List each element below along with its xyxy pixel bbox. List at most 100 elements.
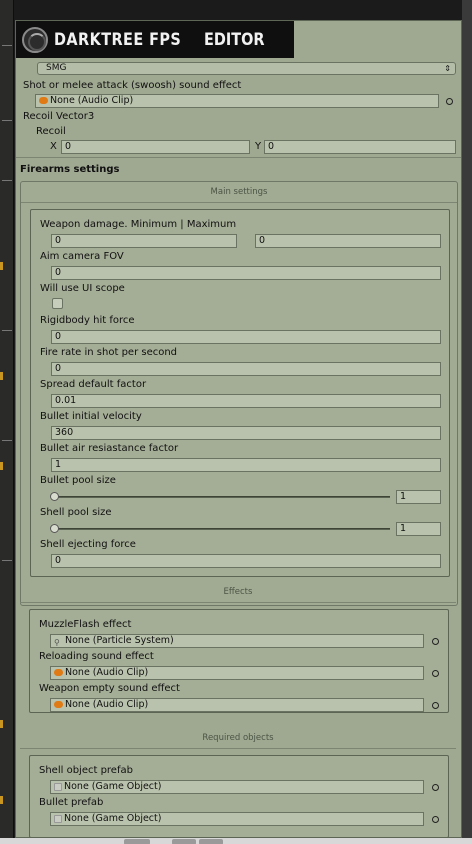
object-picker-icon[interactable] xyxy=(446,98,453,105)
game-object-icon xyxy=(54,782,62,791)
bullet-prefab-field[interactable]: None (Game Object) xyxy=(50,812,424,826)
air-resistance-field[interactable]: 1 xyxy=(51,458,441,472)
audio-clip-icon xyxy=(54,701,63,708)
muzzle-flash-value: None (Particle System) xyxy=(65,635,174,646)
hit-force-field[interactable]: 0 xyxy=(51,330,441,344)
shell-pool-label: Shell pool size xyxy=(40,507,112,518)
shell-prefab-field[interactable]: None (Game Object) xyxy=(50,780,424,794)
main-settings-box: Weapon damage. Minimum | Maximum 0 0 Aim… xyxy=(30,209,450,577)
weapon-type-dropdown[interactable]: SMG ⇕ xyxy=(37,62,456,75)
attack-sound-label: Shot or melee attack (swoosh) sound effe… xyxy=(23,80,242,91)
reload-sound-value: None (Audio Clip) xyxy=(65,667,149,678)
shell-prefab-label: Shell object prefab xyxy=(39,765,133,776)
divider xyxy=(20,748,456,749)
editor-header: DARKTREE FPS EDITOR xyxy=(16,21,294,58)
spread-field[interactable]: 0.01 xyxy=(51,394,441,408)
audio-clip-icon xyxy=(54,669,63,676)
strip-divider xyxy=(2,45,12,46)
scrollbar-track[interactable] xyxy=(462,0,472,844)
bullet-prefab-value: None (Game Object) xyxy=(64,813,162,824)
muzzle-flash-field[interactable]: ⚲ None (Particle System) xyxy=(50,634,424,648)
main-settings-section: Main settings Weapon damage. Minimum | M… xyxy=(20,181,458,606)
fire-rate-label: Fire rate in shot per second xyxy=(40,347,178,358)
required-objects-box: Shell object prefab None (Game Object) B… xyxy=(29,755,449,838)
strip-divider xyxy=(2,180,12,181)
shell-force-field[interactable]: 0 xyxy=(51,554,441,568)
shell-force-label: Shell ejecting force xyxy=(40,539,136,550)
recoil-y-field[interactable]: 0 xyxy=(264,140,456,154)
empty-sound-field[interactable]: None (Audio Clip) xyxy=(50,698,424,712)
object-picker-icon[interactable] xyxy=(432,784,439,791)
strip-divider xyxy=(2,560,12,561)
empty-sound-label: Weapon empty sound effect xyxy=(39,683,180,694)
divider xyxy=(21,202,457,203)
effects-caption: Effects xyxy=(223,587,253,597)
recoil-x-field[interactable]: 0 xyxy=(61,140,250,154)
toolbar-button[interactable] xyxy=(124,839,150,844)
strip-marker xyxy=(0,796,3,804)
spread-label: Spread default factor xyxy=(40,379,147,390)
damage-max-field[interactable]: 0 xyxy=(255,234,441,248)
strip-marker xyxy=(0,720,3,728)
fov-label: Aim camera FOV xyxy=(40,251,124,262)
shell-pool-slider-handle[interactable] xyxy=(50,524,59,533)
effects-box: MuzzleFlash effect ⚲ None (Particle Syste… xyxy=(29,609,449,713)
shell-pool-field[interactable]: 1 xyxy=(396,522,441,536)
damage-label: Weapon damage. Minimum | Maximum xyxy=(40,219,237,230)
game-object-icon xyxy=(54,814,62,823)
reload-sound-label: Reloading sound effect xyxy=(39,651,154,662)
air-resistance-label: Bullet air resiastance factor xyxy=(40,443,179,454)
audio-clip-icon xyxy=(39,97,48,104)
hierarchy-strip xyxy=(0,0,14,844)
bullet-prefab-label: Bullet prefab xyxy=(39,797,104,808)
bullet-pool-slider[interactable] xyxy=(54,496,390,498)
object-picker-icon[interactable] xyxy=(432,816,439,823)
strip-divider xyxy=(2,330,12,331)
firearms-settings-title: Firearms settings xyxy=(20,164,120,175)
recoil-x-label: X xyxy=(50,141,57,152)
main-settings-caption: Main settings xyxy=(210,187,268,197)
hit-force-label: Rigidbody hit force xyxy=(40,315,135,326)
strip-marker xyxy=(0,372,3,380)
recoil-label: Recoil xyxy=(36,126,66,137)
inspector-panel: DARKTREE FPS EDITOR SMG ⇕ Shot or melee … xyxy=(15,20,462,838)
darktree-logo-icon xyxy=(22,26,48,53)
divider xyxy=(20,602,456,603)
recoil-y-label: Y xyxy=(255,141,262,152)
strip-marker xyxy=(0,262,3,270)
strip-divider xyxy=(2,440,12,441)
empty-sound-value: None (Audio Clip) xyxy=(65,699,149,710)
ui-scope-label: Will use UI scope xyxy=(40,283,125,294)
toolbar-button[interactable] xyxy=(172,839,196,844)
ui-scope-checkbox[interactable] xyxy=(52,298,63,309)
divider xyxy=(16,157,461,158)
header-title: DARKTREE FPS xyxy=(54,29,182,50)
bullet-pool-field[interactable]: 1 xyxy=(396,490,441,504)
velocity-field[interactable]: 360 xyxy=(51,426,441,440)
reload-sound-field[interactable]: None (Audio Clip) xyxy=(50,666,424,680)
bottom-toolbar xyxy=(0,838,472,844)
particle-system-icon: ⚲ xyxy=(54,638,60,647)
bullet-pool-slider-handle[interactable] xyxy=(50,492,59,501)
attack-sound-value: None (Audio Clip) xyxy=(50,95,134,106)
recoil-section-label: Recoil Vector3 xyxy=(23,111,95,122)
attack-sound-field[interactable]: None (Audio Clip) xyxy=(35,94,439,108)
shell-prefab-value: None (Game Object) xyxy=(64,781,162,792)
required-objects-caption: Required objects xyxy=(202,733,274,743)
bullet-pool-label: Bullet pool size xyxy=(40,475,116,486)
object-picker-icon[interactable] xyxy=(432,702,439,709)
dropdown-arrows-icon: ⇕ xyxy=(444,64,451,73)
strip-marker xyxy=(0,462,3,470)
damage-min-field[interactable]: 0 xyxy=(51,234,237,248)
object-picker-icon[interactable] xyxy=(432,670,439,677)
shell-pool-slider[interactable] xyxy=(54,528,390,530)
header-editor-label: EDITOR xyxy=(204,29,265,50)
velocity-label: Bullet initial velocity xyxy=(40,411,142,422)
fire-rate-field[interactable]: 0 xyxy=(51,362,441,376)
fov-field[interactable]: 0 xyxy=(51,266,441,280)
object-picker-icon[interactable] xyxy=(432,638,439,645)
strip-divider xyxy=(2,120,12,121)
weapon-type-value: SMG xyxy=(46,63,67,73)
toolbar-button[interactable] xyxy=(199,839,223,844)
effects-section: Effects MuzzleFlash effect ⚲ None (Partic… xyxy=(20,581,458,723)
